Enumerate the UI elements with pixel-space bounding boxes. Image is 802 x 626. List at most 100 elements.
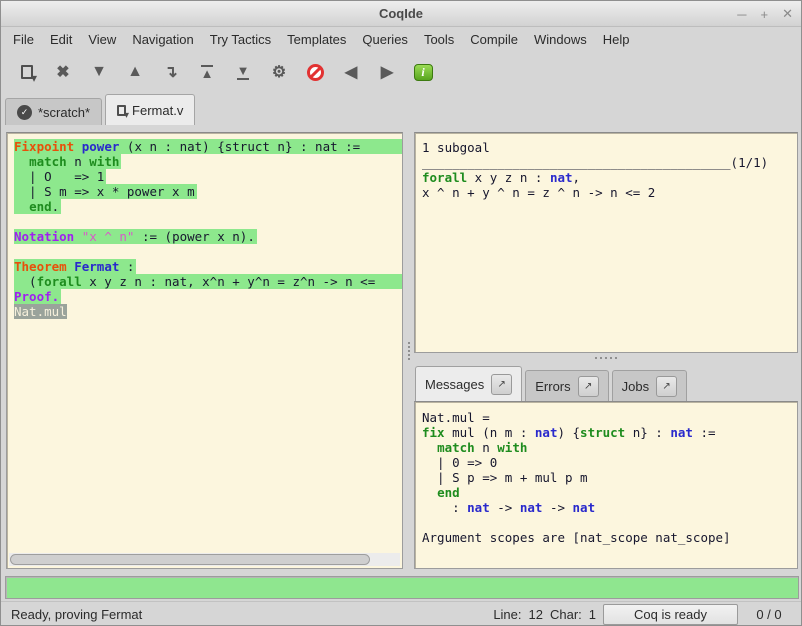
line-value: 12 xyxy=(529,607,543,622)
scrollbar-thumb[interactable] xyxy=(10,554,370,565)
step-forward-button[interactable]: ▼ xyxy=(81,55,117,89)
menu-view[interactable]: View xyxy=(80,30,124,49)
no-entry-icon xyxy=(307,64,324,81)
code-line[interactable] xyxy=(14,244,402,259)
code-token: Argument scopes are [nat_scope nat_scope… xyxy=(422,530,731,545)
code-token xyxy=(422,485,437,500)
menu-tools[interactable]: Tools xyxy=(416,30,462,49)
code-token: ( xyxy=(14,274,37,289)
right-column: 1 subgoal_______________________________… xyxy=(414,131,798,571)
code-line[interactable]: Notation "x ^ n" := (power x n). xyxy=(14,229,402,244)
tab-messages-label: Messages xyxy=(425,377,484,392)
settings-button[interactable]: ⚙ xyxy=(261,55,297,89)
menu-try-tactics[interactable]: Try Tactics xyxy=(202,30,279,49)
status-bar: Ready, proving Fermat Line: 12 Char: 1 C… xyxy=(1,601,802,626)
right-arrow-icon: ▶ xyxy=(381,62,393,82)
code-line[interactable]: Fixpoint power (x n : nat) {struct n} : … xyxy=(14,139,402,154)
next-button[interactable]: ▶ xyxy=(369,55,405,89)
detach-icon[interactable]: ↗ xyxy=(578,376,599,397)
step-backward-button[interactable]: ▲ xyxy=(117,55,153,89)
code-line[interactable]: Theorem Fermat : xyxy=(14,259,402,274)
tab-errors[interactable]: Errors ↗ xyxy=(525,370,608,401)
menu-templates[interactable]: Templates xyxy=(279,30,354,49)
previous-button[interactable]: ◀ xyxy=(333,55,369,89)
goals-pane[interactable]: 1 subgoal_______________________________… xyxy=(414,132,798,353)
code-line[interactable]: end. xyxy=(14,199,402,214)
vertical-splitter[interactable] xyxy=(403,131,414,571)
code-line: fix mul (n m : nat) {struct n} : nat := xyxy=(422,425,797,440)
minimize-icon[interactable]: ─ xyxy=(737,7,746,22)
code-token: x y z n : nat, x^n + y^n = z^n -> n <= xyxy=(82,274,376,289)
close-button[interactable]: ✖ xyxy=(45,55,81,89)
info-button[interactable]: i xyxy=(405,55,441,89)
code-token: (x n : nat) {struct n} : nat := xyxy=(119,139,360,154)
code-line[interactable]: (forall x y z n : nat, x^n + y^n = z^n -… xyxy=(14,274,402,289)
detach-icon[interactable]: ↗ xyxy=(656,376,677,397)
line-label: Line: xyxy=(493,607,521,622)
tab-fermat[interactable]: Fermat.v xyxy=(105,94,195,125)
horizontal-scrollbar[interactable] xyxy=(9,553,400,566)
script-editor-pane[interactable]: Fixpoint power (x n : nat) {struct n} : … xyxy=(6,132,403,569)
restart-button[interactable]: ▲ xyxy=(189,55,225,89)
code-line: : nat -> nat -> nat xyxy=(422,500,797,515)
menu-help[interactable]: Help xyxy=(595,30,638,49)
save-button[interactable] xyxy=(9,55,45,89)
up-arrow-icon: ▲ xyxy=(127,63,143,81)
run-to-end-button[interactable]: ▼ xyxy=(225,55,261,89)
save-icon xyxy=(117,105,126,116)
code-line: forall x y z n : nat, xyxy=(422,170,797,185)
code-token: nat xyxy=(535,425,558,440)
menu-windows[interactable]: Windows xyxy=(526,30,595,49)
code-token: end xyxy=(437,485,460,500)
close-icon[interactable]: ✕ xyxy=(782,6,793,22)
tab-jobs-label: Jobs xyxy=(622,379,649,394)
main-area: Fixpoint power (x n : nat) {struct n} : … xyxy=(1,131,802,571)
code-line[interactable]: | O => 1 xyxy=(14,169,402,184)
code-token: fix xyxy=(422,425,445,440)
tab-jobs[interactable]: Jobs ↗ xyxy=(612,370,687,401)
arrow-to-bottom-icon: ▼ xyxy=(237,65,250,80)
job-counter: 0 / 0 xyxy=(745,607,793,622)
code-line[interactable] xyxy=(14,214,402,229)
info-bubble-icon: i xyxy=(414,64,433,81)
code-line: match n with xyxy=(422,440,797,455)
code-token: . xyxy=(52,199,60,214)
jump-to-cursor-icon: ↴ xyxy=(164,62,177,82)
code-token: | O => 1 xyxy=(14,169,104,184)
horizontal-splitter[interactable] xyxy=(414,353,798,363)
detach-icon[interactable]: ↗ xyxy=(491,374,512,395)
code-line[interactable]: | S m => x * power x m xyxy=(14,184,402,199)
code-token: power xyxy=(82,139,120,154)
check-icon: ✓ xyxy=(17,105,32,120)
menu-navigation[interactable]: Navigation xyxy=(124,30,201,49)
menu-file[interactable]: File xyxy=(5,30,42,49)
code-line: Nat.mul = xyxy=(422,410,797,425)
close-x-icon: ✖ xyxy=(56,62,69,82)
tab-scratch-label: *scratch* xyxy=(38,105,90,120)
code-line: end xyxy=(422,485,797,500)
code-line[interactable]: Nat.mul xyxy=(14,304,402,319)
code-token xyxy=(422,440,437,455)
char-label: Char: xyxy=(550,607,582,622)
maximize-icon[interactable]: + xyxy=(761,7,769,22)
tab-scratch[interactable]: ✓ *scratch* xyxy=(5,98,102,125)
menu-queries[interactable]: Queries xyxy=(354,30,416,49)
messages-pane[interactable]: Nat.mul =fix mul (n m : nat) {struct n} … xyxy=(414,401,798,569)
code-line[interactable]: Proof. xyxy=(14,289,402,304)
tab-messages[interactable]: Messages ↗ xyxy=(415,366,522,401)
interrupt-button[interactable] xyxy=(297,55,333,89)
code-token: | 0 => 0 xyxy=(422,455,497,470)
code-token: | S m => x * power x m xyxy=(14,184,195,199)
code-token: n} : xyxy=(625,425,670,440)
code-token: "x ^ n" xyxy=(82,229,135,244)
code-line[interactable]: match n with xyxy=(14,154,402,169)
menu-edit[interactable]: Edit xyxy=(42,30,80,49)
code-token: with xyxy=(89,154,119,169)
title-bar[interactable]: CoqIde ─ + ✕ xyxy=(1,1,801,27)
menu-bar: File Edit View Navigation Try Tactics Te… xyxy=(1,27,801,51)
code-token: Fermat xyxy=(74,259,119,274)
menu-compile[interactable]: Compile xyxy=(462,30,526,49)
go-to-cursor-button[interactable]: ↴ xyxy=(153,55,189,89)
script-editor[interactable]: Fixpoint power (x n : nat) {struct n} : … xyxy=(7,133,402,553)
code-token: Nat.mul = xyxy=(422,410,490,425)
